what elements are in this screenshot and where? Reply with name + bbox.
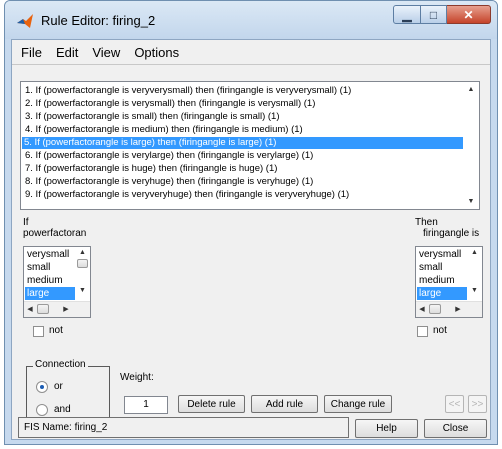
output-list-scrollbar[interactable]: ▲ ▼ xyxy=(467,247,482,303)
change-rule-button[interactable]: Change rule xyxy=(324,395,392,413)
menu-bar: File Edit View Options xyxy=(12,40,490,65)
rule-item[interactable]: 7. If (powerfactorangle is huge) then (f… xyxy=(23,163,277,175)
and-radio[interactable] xyxy=(36,404,48,416)
scroll-right-icon[interactable]: ▶ xyxy=(60,305,72,313)
rules-scrollbar[interactable]: ▲ ▼ xyxy=(463,82,479,209)
list-item[interactable]: medium xyxy=(417,274,467,287)
delete-rule-button[interactable]: Delete rule xyxy=(178,395,245,413)
scroll-right-icon[interactable]: ▶ xyxy=(452,305,464,313)
client-area: File Edit View Options 1. If (powerfacto… xyxy=(11,39,491,440)
list-item[interactable]: medium xyxy=(25,274,75,287)
rule-item-selected[interactable]: 5. If (powerfactorangle is large) then (… xyxy=(22,137,464,149)
scroll-down-icon[interactable]: ▼ xyxy=(467,287,482,294)
input-list-scrollbar[interactable]: ▲ ▼ xyxy=(75,247,90,303)
or-label: or xyxy=(54,381,63,392)
help-button[interactable]: Help xyxy=(355,419,418,438)
output-variable-label: firingangle is xyxy=(423,228,480,239)
rule-item[interactable]: 2. If (powerfactorangle is verysmall) th… xyxy=(23,98,315,110)
input-not-checkbox[interactable] xyxy=(33,326,44,337)
add-rule-button[interactable]: Add rule xyxy=(251,395,318,413)
maximize-button[interactable]: □ xyxy=(421,5,447,24)
input-not-label: not xyxy=(49,325,63,336)
rule-item[interactable]: 9. If (powerfactorangle is veryveryhuge)… xyxy=(23,189,349,201)
output-mf-listbox[interactable]: verysmall small medium large ▲ ▼ ◀ ▶ xyxy=(415,246,483,318)
prev-rule-button[interactable]: << xyxy=(445,395,464,413)
editor-panel: 1. If (powerfactorangle is veryverysmall… xyxy=(12,65,490,434)
scroll-left-icon[interactable]: ◀ xyxy=(416,305,428,313)
rule-item[interactable]: 8. If (powerfactorangle is veryhuge) the… xyxy=(23,176,313,188)
list-item[interactable]: verysmall xyxy=(417,248,467,261)
rules-list[interactable]: 1. If (powerfactorangle is veryverysmall… xyxy=(20,81,480,210)
scroll-down-icon[interactable]: ▼ xyxy=(75,287,90,294)
rule-item[interactable]: 1. If (powerfactorangle is veryverysmall… xyxy=(23,85,351,97)
menu-file[interactable]: File xyxy=(12,45,49,60)
scroll-down-icon[interactable]: ▼ xyxy=(463,198,479,205)
scroll-left-icon[interactable]: ◀ xyxy=(24,305,36,313)
then-label: Then xyxy=(415,217,438,228)
if-label: If xyxy=(23,217,29,228)
list-item[interactable]: small xyxy=(25,261,75,274)
scroll-up-icon[interactable]: ▲ xyxy=(75,249,90,256)
matlab-icon xyxy=(17,14,33,28)
input-list-hscrollbar[interactable]: ◀ ▶ xyxy=(24,301,90,317)
list-item-selected[interactable]: large xyxy=(417,287,467,300)
weight-label: Weight: xyxy=(120,372,154,383)
scroll-thumb[interactable] xyxy=(77,259,88,268)
or-radio[interactable] xyxy=(36,381,48,393)
list-item[interactable]: small xyxy=(417,261,467,274)
rule-item[interactable]: 6. If (powerfactorangle is verylarge) th… xyxy=(23,150,313,162)
close-button[interactable]: Close xyxy=(424,419,487,438)
and-label: and xyxy=(54,404,71,415)
scroll-thumb[interactable] xyxy=(37,304,49,314)
menu-options[interactable]: Options xyxy=(127,45,186,60)
output-list-hscrollbar[interactable]: ◀ ▶ xyxy=(416,301,482,317)
minimize-button[interactable]: ▁ xyxy=(393,5,421,24)
rule-item[interactable]: 4. If (powerfactorangle is medium) then … xyxy=(23,124,303,136)
list-item-selected[interactable]: large xyxy=(25,287,75,300)
list-item[interactable]: verysmall xyxy=(25,248,75,261)
next-rule-button[interactable]: >> xyxy=(468,395,487,413)
input-mf-listbox[interactable]: verysmall small medium large ▲ ▼ ◀ ▶ xyxy=(23,246,91,318)
output-not-checkbox[interactable] xyxy=(417,326,428,337)
connection-title: Connection xyxy=(33,359,88,370)
title-bar[interactable]: Rule Editor: firing_2 ▁ □ ✕ xyxy=(5,1,497,39)
scroll-thumb[interactable] xyxy=(429,304,441,314)
window-title: Rule Editor: firing_2 xyxy=(41,13,156,28)
menu-edit[interactable]: Edit xyxy=(49,45,85,60)
rule-item[interactable]: 3. If (powerfactorangle is small) then (… xyxy=(23,111,279,123)
scroll-up-icon[interactable]: ▲ xyxy=(463,86,479,93)
output-not-label: not xyxy=(433,325,447,336)
scroll-up-icon[interactable]: ▲ xyxy=(467,249,482,256)
rule-editor-window: Rule Editor: firing_2 ▁ □ ✕ File Edit Vi… xyxy=(4,0,498,445)
close-window-button[interactable]: ✕ xyxy=(447,5,491,24)
status-bar: FIS Name: firing_2 xyxy=(18,417,349,438)
input-variable-label: powerfactoran xyxy=(23,228,87,239)
menu-view[interactable]: View xyxy=(85,45,127,60)
weight-input[interactable]: 1 xyxy=(124,396,168,414)
